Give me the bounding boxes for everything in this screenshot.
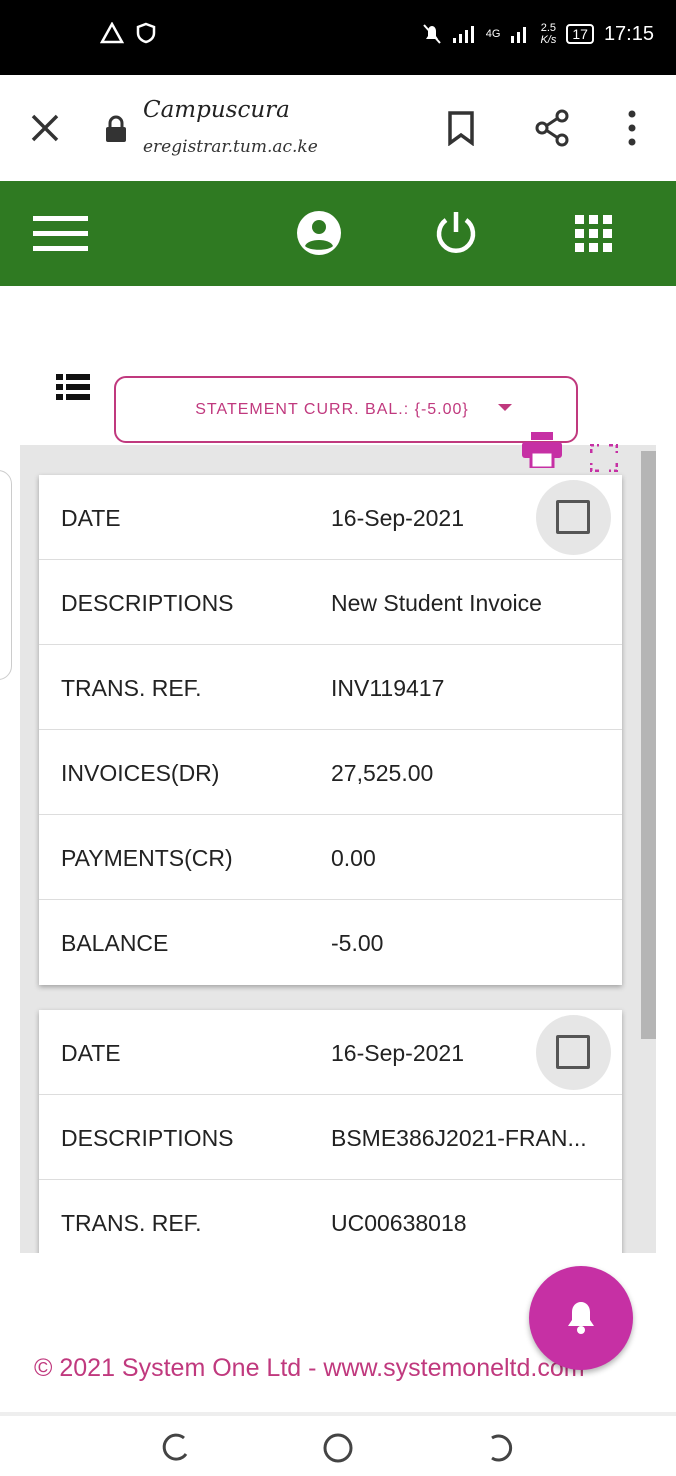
field-value: INV119417: [331, 675, 445, 701]
back-icon[interactable]: [486, 1432, 516, 1464]
more-options-icon[interactable]: [624, 109, 640, 147]
table-row: BALANCE -5.00: [39, 900, 622, 985]
signal-icon-2: [511, 27, 527, 43]
select-checkbox[interactable]: [536, 480, 611, 555]
home-icon[interactable]: [322, 1432, 354, 1464]
checkbox-icon: [556, 500, 590, 534]
field-value: New Student Invoice: [331, 590, 542, 616]
scrollbar[interactable]: [641, 451, 656, 1039]
field-value: 27,525.00: [331, 760, 434, 786]
table-row: TRANS. REF. INV119417: [39, 645, 622, 730]
app-header: [0, 181, 676, 286]
statement-card: DATE 16-Sep-2021 DESCRIPTIONS New Studen…: [39, 475, 622, 985]
warning-triangle-icon: [100, 22, 124, 44]
recents-icon[interactable]: [160, 1432, 190, 1464]
field-label: DESCRIPTIONS: [61, 590, 234, 616]
list-view-icon[interactable]: [56, 374, 90, 402]
statement-dropdown-label: STATEMENT CURR. BAL.: {-5.00}: [195, 400, 469, 418]
system-nav-bar: [0, 1412, 676, 1476]
notifications-button[interactable]: [529, 1266, 633, 1370]
field-label: BALANCE: [61, 930, 169, 956]
muted-bell-icon: [423, 24, 441, 44]
field-label: PAYMENTS(CR): [61, 845, 233, 871]
table-row: INVOICES(DR) 27,525.00: [39, 730, 622, 815]
statement-dropdown[interactable]: STATEMENT CURR. BAL.: {-5.00}: [114, 376, 578, 443]
signal-icon: [452, 26, 474, 43]
net-speed: 2.5 K/s: [540, 22, 557, 46]
clock: 17:15: [603, 22, 654, 45]
field-value: 16-Sep-2021: [331, 505, 464, 531]
shield-icon: [136, 22, 156, 44]
field-label: INVOICES(DR): [61, 760, 220, 786]
close-icon[interactable]: [28, 111, 62, 145]
bookmark-icon[interactable]: [446, 110, 476, 146]
print-icon[interactable]: [522, 432, 562, 468]
field-label: TRANS. REF.: [61, 675, 202, 701]
chevron-down-icon: [498, 404, 512, 411]
site-title: Campuscura: [143, 97, 290, 123]
site-url[interactable]: eregistrar.tum.ac.ke: [143, 137, 318, 157]
battery-icon: 17: [566, 24, 594, 44]
table-row: DESCRIPTIONS New Student Invoice: [39, 560, 622, 645]
field-label: DATE: [61, 505, 121, 531]
bell-icon: [568, 1302, 594, 1334]
field-value: 0.00: [331, 845, 376, 871]
footer-copyright: © 2021 System One Ltd - www.systemoneltd…: [34, 1354, 585, 1382]
network-type: 4G: [485, 28, 501, 40]
fullscreen-icon[interactable]: [590, 444, 618, 472]
side-drawer-tab[interactable]: [0, 470, 12, 680]
table-row: DATE 16-Sep-2021: [39, 475, 622, 560]
table-row: PAYMENTS(CR) 0.00: [39, 815, 622, 900]
power-icon[interactable]: [434, 210, 478, 256]
status-bar: 4G 2.5 K/s 17 17:15: [0, 0, 676, 75]
share-icon[interactable]: [534, 109, 570, 147]
browser-toolbar: Campuscura eregistrar.tum.ac.ke: [0, 75, 676, 181]
hamburger-menu-icon[interactable]: [33, 214, 89, 254]
lock-icon: [106, 115, 126, 142]
account-circle-icon[interactable]: [296, 210, 342, 256]
field-value: -5.00: [331, 930, 384, 956]
apps-grid-icon[interactable]: [575, 215, 613, 253]
